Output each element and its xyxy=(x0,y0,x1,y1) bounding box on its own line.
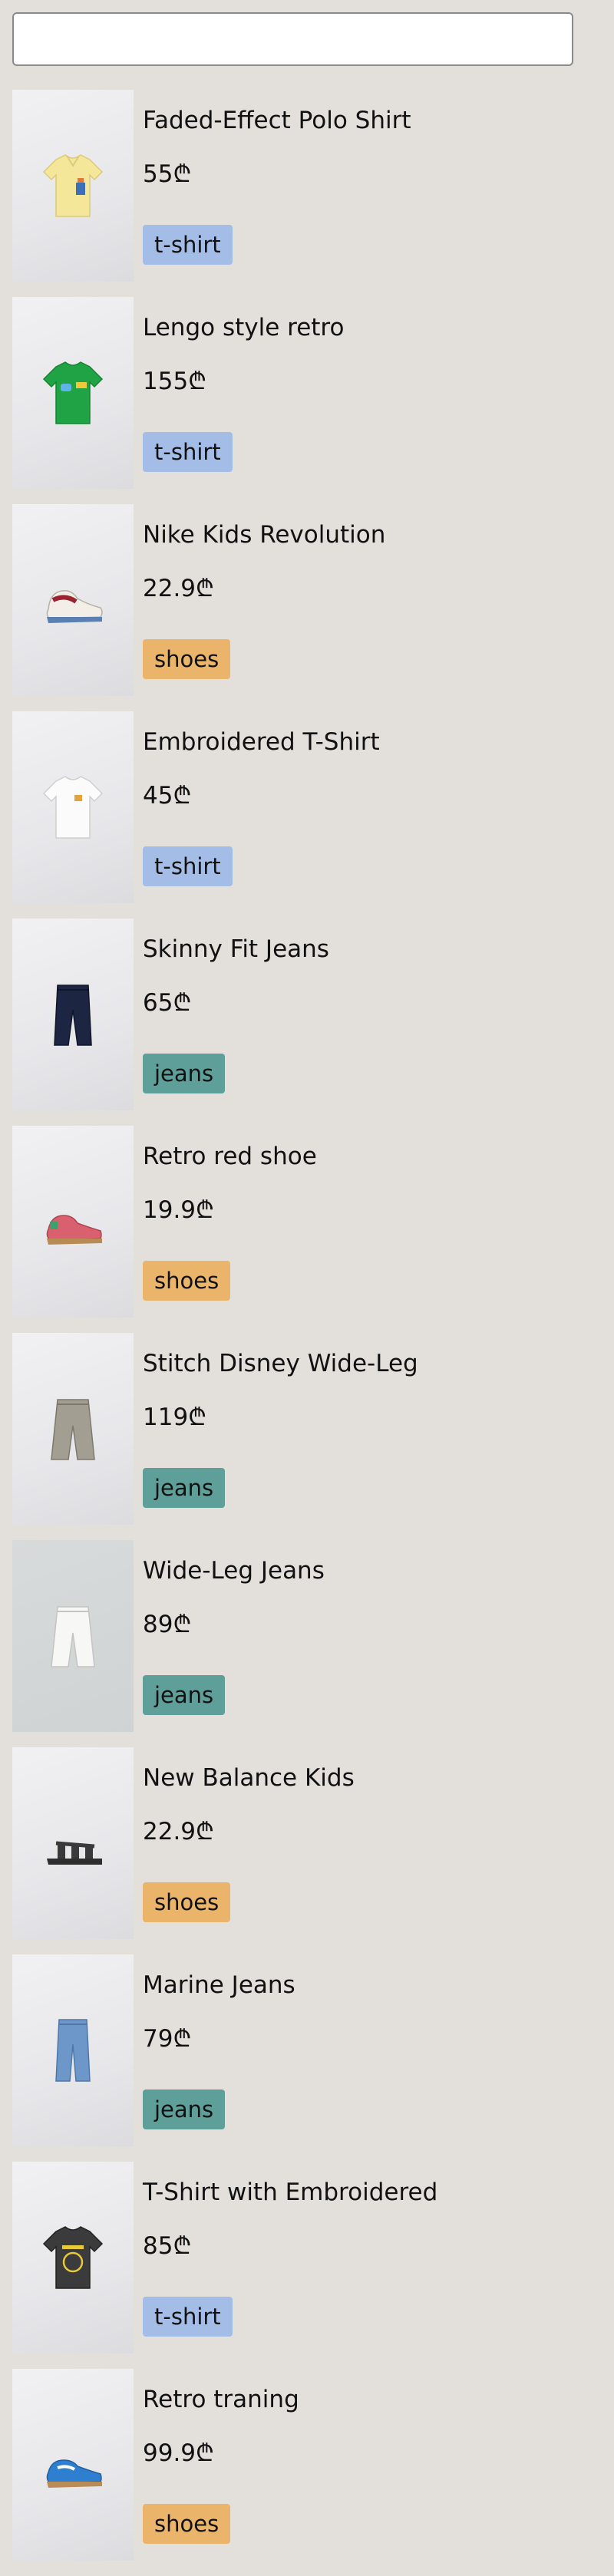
product-price: 22.9₾ xyxy=(143,1818,214,1845)
product-name: Marine Jeans xyxy=(143,1971,295,1999)
product-card[interactable]: Retro red shoe 19.9₾ shoes xyxy=(12,1126,602,1318)
product-price: 79₾ xyxy=(143,2025,192,2053)
product-name: Embroidered T-Shirt xyxy=(143,728,380,756)
product-list: Faded-Effect Polo Shirt 55₾ t-shirt Leng… xyxy=(12,90,602,2576)
product-info: Wide-Leg Jeans 89₾ jeans xyxy=(143,1540,602,1732)
product-info: Lengo style retro 155₾ t-shirt xyxy=(143,297,602,489)
product-card[interactable]: Wide-Leg Jeans 89₾ jeans xyxy=(12,1540,602,1732)
product-name: T-Shirt with Embroidered xyxy=(143,2179,438,2206)
product-name: Retro red shoe xyxy=(143,1143,317,1170)
product-image[interactable] xyxy=(12,1540,134,1732)
product-image[interactable] xyxy=(12,2369,134,2561)
product-image[interactable] xyxy=(12,1954,134,2146)
product-price: 85₾ xyxy=(143,2232,192,2260)
product-image[interactable] xyxy=(12,919,134,1110)
product-price: 55₾ xyxy=(143,160,192,188)
dark-jeans-image xyxy=(54,985,92,1046)
yellow-polo-shirt-image xyxy=(42,154,104,217)
product-card[interactable]: T-Shirt with Embroidered 85₾ t-shirt xyxy=(12,2162,602,2353)
category-tag[interactable]: t-shirt xyxy=(143,432,233,472)
category-tag[interactable]: shoes xyxy=(143,639,231,679)
product-image[interactable] xyxy=(12,504,134,696)
category-tag[interactable]: t-shirt xyxy=(143,225,233,265)
product-card[interactable]: Marine Jeans 79₾ jeans xyxy=(12,1954,602,2146)
category-tag[interactable]: shoes xyxy=(143,1261,231,1301)
sandal-image xyxy=(47,1841,102,1865)
product-image[interactable] xyxy=(12,1126,134,1318)
product-price: 45₾ xyxy=(143,782,192,810)
product-info: T-Shirt with Embroidered 85₾ t-shirt xyxy=(143,2162,602,2353)
product-name: New Balance Kids xyxy=(143,1764,355,1792)
search-bar xyxy=(12,12,573,66)
search-input[interactable] xyxy=(12,12,573,66)
product-price: 99.9₾ xyxy=(143,2439,214,2467)
product-price: 119₾ xyxy=(143,1403,207,1431)
product-info: Nike Kids Revolution 22.9₾ shoes xyxy=(143,504,602,696)
category-tag[interactable]: jeans xyxy=(143,1468,226,1508)
product-name: Wide-Leg Jeans xyxy=(143,1557,325,1585)
blue-jeans-image xyxy=(55,2019,91,2082)
product-image[interactable] xyxy=(12,711,134,903)
product-card[interactable]: Stitch Disney Wide-Leg 119₾ jeans xyxy=(12,1333,602,1525)
product-name: Stitch Disney Wide-Leg xyxy=(143,1350,418,1377)
product-name: Nike Kids Revolution xyxy=(143,521,386,549)
product-card[interactable]: Skinny Fit Jeans 65₾ jeans xyxy=(12,919,602,1110)
product-name: Faded-Effect Polo Shirt xyxy=(143,107,411,134)
product-price: 155₾ xyxy=(143,368,207,395)
product-name: Skinny Fit Jeans xyxy=(143,935,329,963)
product-info: Stitch Disney Wide-Leg 119₾ jeans xyxy=(143,1333,602,1525)
category-tag[interactable]: shoes xyxy=(143,2504,231,2544)
category-tag[interactable]: jeans xyxy=(143,2089,226,2129)
product-card[interactable]: Faded-Effect Polo Shirt 55₾ t-shirt xyxy=(12,90,602,282)
product-info: Embroidered T-Shirt 45₾ t-shirt xyxy=(143,711,602,903)
product-image[interactable] xyxy=(12,1747,134,1939)
black-tshirt-image xyxy=(42,2226,104,2289)
product-image[interactable] xyxy=(12,297,134,489)
product-card[interactable]: Retro traning 99.9₾ shoes xyxy=(12,2369,602,2561)
sneaker-image xyxy=(46,589,103,623)
product-name: Lengo style retro xyxy=(143,314,345,341)
product-card[interactable]: Lengo style retro 155₾ t-shirt xyxy=(12,297,602,489)
product-image[interactable] xyxy=(12,90,134,282)
category-tag[interactable]: shoes xyxy=(143,1882,231,1922)
grey-jeans-image xyxy=(51,1399,95,1460)
white-jeans-image xyxy=(51,1606,95,1667)
product-price: 89₾ xyxy=(143,1611,192,1638)
category-tag[interactable]: jeans xyxy=(143,1054,226,1093)
product-image[interactable] xyxy=(12,1333,134,1525)
category-tag[interactable]: t-shirt xyxy=(143,2297,233,2337)
category-tag[interactable]: jeans xyxy=(143,1675,226,1715)
product-info: Skinny Fit Jeans 65₾ jeans xyxy=(143,919,602,1110)
red-shoe-image xyxy=(46,1215,102,1245)
product-name: Retro traning xyxy=(143,2386,299,2413)
white-tshirt-image xyxy=(42,776,104,839)
product-info: Retro traning 99.9₾ shoes xyxy=(143,2369,602,2561)
blue-sneaker-image xyxy=(46,2459,102,2488)
product-info: Faded-Effect Polo Shirt 55₾ t-shirt xyxy=(143,90,602,282)
product-card[interactable]: Nike Kids Revolution 22.9₾ shoes xyxy=(12,504,602,696)
product-price: 19.9₾ xyxy=(143,1196,214,1224)
product-info: Retro red shoe 19.9₾ shoes xyxy=(143,1126,602,1318)
category-tag[interactable]: t-shirt xyxy=(143,846,233,886)
product-card[interactable]: New Balance Kids 22.9₾ shoes xyxy=(12,1747,602,1939)
product-image[interactable] xyxy=(12,2162,134,2353)
product-info: New Balance Kids 22.9₾ shoes xyxy=(143,1747,602,1939)
product-price: 22.9₾ xyxy=(143,575,214,602)
product-info: Marine Jeans 79₾ jeans xyxy=(143,1954,602,2146)
product-price: 65₾ xyxy=(143,989,192,1017)
green-tshirt-image xyxy=(42,361,104,424)
product-card[interactable]: Embroidered T-Shirt 45₾ t-shirt xyxy=(12,711,602,903)
